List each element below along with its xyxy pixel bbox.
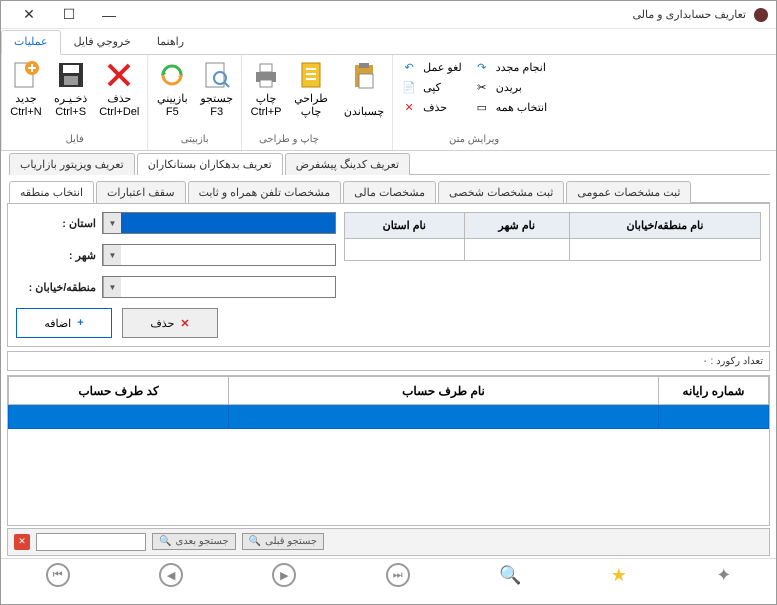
col-computer-no[interactable]: شماره رایانه [659,377,769,405]
del-icon: ✕ [401,99,417,115]
ribbon-group-review: بازيينيF5 جستجوF3 بازبیتی [147,55,241,150]
col-province-name[interactable]: نام استان [345,213,465,239]
gear-icon[interactable]: ✦ [716,565,731,586]
subtab-credit[interactable]: سقف اعتبارات [96,181,186,203]
cut-button[interactable]: ✂بریدن [474,79,547,95]
undo-button[interactable]: ↶لغو عمل [401,59,462,75]
titlebar: تعاریف حسابداری و مالی — ☐ ✕ [1,1,776,29]
nav-next[interactable]: ▶ [272,563,296,587]
ribbon: جديدCtrl+N ذخـيـرهCtrl+S حذفCtrl+Del فای… [1,55,776,151]
menu-operations[interactable]: عملیات [1,30,61,55]
search-icon: 🔍 [249,536,261,547]
print-icon [250,59,282,91]
ribbon-group-file: جديدCtrl+N ذخـيـرهCtrl+S حذفCtrl+Del فای… [1,55,147,150]
chevron-down-icon: ▼ [103,245,121,265]
delete-icon [103,59,135,91]
undo-icon: ↶ [401,59,417,75]
new-button[interactable]: جديدCtrl+N [4,57,48,132]
search-next-button[interactable]: 🔍جستجو بعدی [152,533,236,550]
combo-province[interactable]: ▼ [102,212,336,234]
copy-button[interactable]: 📄کپی [401,79,462,95]
maximize-button[interactable]: ☐ [49,1,89,29]
close-button[interactable]: ✕ [9,1,49,29]
menu-help[interactable]: راهنما [144,30,197,55]
ribbon-group-print: چاپCtrl+P طراحيچاپ چاپ و طراحی [241,55,336,150]
subtab-financial[interactable]: مشخصات مالی [343,181,436,203]
search-button[interactable]: جستجوF3 [194,57,239,132]
record-count: تعداد رکورد : ٠ [7,351,770,371]
subtab-general[interactable]: ثبت مشخصات عمومی [566,181,691,203]
design-icon [295,59,327,91]
refresh-icon [156,59,188,91]
paste-icon [348,59,380,91]
tab-coding[interactable]: تعریف کدینگ پیشفرض [285,153,410,175]
x-icon: ✕ [180,317,189,330]
search-icon: 🔍 [159,536,171,547]
chevron-down-icon: ▼ [103,277,121,297]
refresh-button[interactable]: بازيينيF5 [150,57,194,132]
clear-search-button[interactable]: ✕ [14,534,30,550]
nav-first[interactable]: ⏮ [46,563,70,587]
chevron-down-icon: ▼ [103,213,121,233]
nav-last[interactable]: ⏭ [386,563,410,587]
top-tabs: تعریف ویزیتور بازاریاب تعریف بدهکاران بس… [1,151,776,175]
new-icon [10,59,42,91]
window-title: تعاریف حسابداری و مالی [632,8,746,21]
search-prev-button[interactable]: 🔍جستجو قبلی [242,533,324,550]
save-icon [55,59,87,91]
ribbon-group-edit: ↶لغو عمل 📄کپی ✕حذف ↷انجام مجدد ✂بریدن ▭ا… [392,55,555,150]
main-table: شماره رایانه نام طرف حساب کد طرف حساب [7,375,770,526]
delete-button[interactable]: حذفCtrl+Del [93,57,145,132]
ribbon-group-paste: چسباندن [336,55,392,150]
subtab-personal[interactable]: ثبت مشخصات شخصی [438,181,564,203]
save-button[interactable]: ذخـيـرهCtrl+S [48,57,93,132]
label-city: شهر : [16,249,96,262]
search-bar: ✕ 🔍جستجو بعدی 🔍جستجو قبلی [7,528,770,556]
paste-button[interactable]: چسباندن [338,57,390,132]
table-row[interactable] [9,405,769,429]
region-table: نام منطقه/خیابان نام شهر نام استان [344,212,761,261]
navbar: ⏮ ◀ ▶ ⏭ 🔍 ★ ✦ [1,558,776,592]
magnify-icon[interactable]: 🔍 [499,565,521,586]
search-input[interactable] [36,533,146,551]
tab-content: استان : ▼ شهر : ▼ منطقه/خیابان : ▼ +اضاف… [7,203,770,347]
subtab-phone[interactable]: مشخصات تلفن همراه و ثابت [188,181,342,203]
combo-region[interactable]: ▼ [102,276,336,298]
remove-button[interactable]: ✕حذف [122,308,218,338]
search-icon [201,59,233,91]
selectall-button[interactable]: ▭انتخاب همه [474,99,547,115]
table-row[interactable] [345,239,761,261]
app-icon [754,8,768,22]
copy-icon: 📄 [401,79,417,95]
minimize-button[interactable]: — [89,1,129,29]
tab-debtors[interactable]: تعریف بدهکاران بستانکاران [137,153,283,175]
tab-visitor[interactable]: تعریف ویزیتور بازاریاب [9,153,135,175]
menu-export[interactable]: خروجي فايل [61,30,144,55]
del-button[interactable]: ✕حذف [401,99,462,115]
redo-button[interactable]: ↷انجام مجدد [474,59,547,75]
combo-city[interactable]: ▼ [102,244,336,266]
nav-prev[interactable]: ◀ [159,563,183,587]
selectall-icon: ▭ [474,99,490,115]
redo-icon: ↷ [474,59,490,75]
menubar: عملیات خروجي فايل راهنما [1,29,776,55]
sub-tabs: انتخاب منطقه سقف اعتبارات مشخصات تلفن هم… [1,179,776,203]
label-province: استان : [16,217,96,230]
subtab-region[interactable]: انتخاب منطقه [9,181,94,203]
plus-icon: + [77,317,83,329]
print-button[interactable]: چاپCtrl+P [244,57,288,132]
col-account-code[interactable]: کد طرف حساب [9,377,229,405]
label-region: منطقه/خیابان : [16,281,96,294]
cut-icon: ✂ [474,79,490,95]
col-city-name[interactable]: نام شهر [464,213,569,239]
col-region-name[interactable]: نام منطقه/خیابان [569,213,760,239]
add-button[interactable]: +اضافه [16,308,112,338]
star-icon[interactable]: ★ [611,565,627,586]
design-print-button[interactable]: طراحيچاپ [288,57,334,132]
col-account-name[interactable]: نام طرف حساب [229,377,659,405]
